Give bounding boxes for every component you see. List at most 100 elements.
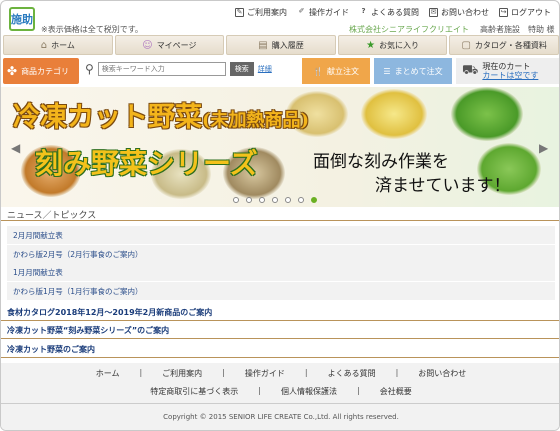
- footer-separator: |: [304, 368, 308, 377]
- news-item[interactable]: 2月月間献立表: [7, 226, 555, 244]
- sub-bar: ✤商品カテゴリ ⚲ 検索 詳細 🍴献立注文 ☰まとめて注文 ⛟ 現在のカートカー…: [1, 58, 559, 84]
- operation-guide-link[interactable]: ✐ 操作ガイド: [297, 7, 349, 18]
- tab-history-label: 購入履歴: [271, 40, 304, 50]
- search-button[interactable]: 検索: [229, 62, 254, 76]
- cutlery-icon: 🍴: [313, 66, 323, 76]
- cart-icon: ▤: [258, 39, 268, 51]
- tab-favorites[interactable]: ★ お気に入り: [337, 35, 448, 55]
- tab-catalog-label: カタログ・各種資料: [474, 40, 547, 50]
- guide-link-label: ご利用案内: [247, 8, 287, 17]
- banner-prev-icon[interactable]: ◀: [11, 141, 20, 155]
- cart-box[interactable]: ⛟ 現在のカート カートは空です: [456, 58, 559, 84]
- tab-catalog[interactable]: ▢ カタログ・各種資料: [449, 35, 559, 55]
- footer-link-contact[interactable]: お問い合わせ: [418, 368, 466, 379]
- menu-order-button[interactable]: 🍴 献立注文: [302, 58, 370, 84]
- list-icon: ☰: [383, 66, 391, 76]
- facility-name: 高齢者施設: [480, 25, 520, 34]
- footer-separator: |: [139, 368, 143, 377]
- footer-link-company[interactable]: 会社概要: [380, 386, 412, 397]
- tab-home[interactable]: ⌂ ホーム: [3, 35, 113, 55]
- pencil-icon: ✐: [298, 7, 305, 15]
- edit-icon: ✎: [235, 8, 244, 17]
- footer-links-row2: 特定商取引に基づく表示 | 個人情報保護法 | 会社概要: [1, 386, 559, 397]
- banner-title-paren: (未加熱商品): [202, 110, 310, 131]
- banner-dot[interactable]: [285, 197, 291, 203]
- banner-dot[interactable]: [259, 197, 265, 203]
- document-icon: ▢: [461, 39, 471, 51]
- footer-separator: |: [357, 386, 360, 395]
- banner-next-icon[interactable]: ▶: [539, 141, 548, 155]
- search-area: ⚲ 検索 詳細: [85, 62, 272, 76]
- footer-link-operation[interactable]: 操作ガイド: [245, 368, 285, 379]
- logout-label: ログアウト: [511, 8, 551, 17]
- bulk-order-button[interactable]: ☰ まとめて注文: [374, 58, 452, 84]
- announcement-link[interactable]: 食材カタログ2018年12月～2019年2月新商品のご案内: [7, 307, 212, 318]
- footer-separator: |: [258, 386, 261, 395]
- footer-link-faq[interactable]: よくある質問: [328, 368, 376, 379]
- faq-label: よくある質問: [371, 8, 419, 17]
- footer-link-guide[interactable]: ご利用案内: [162, 368, 202, 379]
- category-label: 商品カテゴリ: [21, 66, 70, 76]
- site-logo[interactable]: 施助: [9, 7, 35, 31]
- tab-mypage[interactable]: ☺ マイページ: [114, 35, 225, 55]
- shopping-cart-icon: ⛟: [462, 62, 479, 78]
- banner-dot[interactable]: [246, 197, 252, 203]
- cart-title: 現在のカート: [482, 62, 531, 71]
- news-item[interactable]: かわら版2月号（2月行事食のご案内）: [7, 245, 555, 263]
- cart-status-link[interactable]: カートは空です: [482, 71, 538, 80]
- veg-bowl-image: [451, 87, 523, 141]
- logout-link[interactable]: ↪ ログアウト: [499, 7, 551, 18]
- logout-icon: ↪: [499, 8, 508, 17]
- contact-label: お問い合わせ: [441, 8, 489, 17]
- news-item[interactable]: 1月月間献立表: [7, 263, 555, 281]
- tab-favorites-label: お気に入り: [379, 40, 420, 50]
- detail-search-link[interactable]: 詳細: [258, 64, 272, 74]
- promo-banner[interactable]: 冷凍カット野菜(未加熱商品) 刻み野菜シリーズ 面倒な刻み作業を 済ませています…: [1, 87, 559, 207]
- banner-dot[interactable]: [272, 197, 278, 203]
- tab-mypage-label: マイページ: [156, 40, 197, 50]
- footer-link-home[interactable]: ホーム: [96, 368, 120, 379]
- top-links: ✎ ご利用案内 ✐ 操作ガイド ? よくある質問 ✉ お問い合わせ ↪ ログアウト: [235, 7, 551, 18]
- guide-link[interactable]: ✎ ご利用案内: [235, 7, 287, 18]
- question-icon: ?: [361, 7, 366, 15]
- news-item[interactable]: かわら版1月号（1月行事食のご案内）: [7, 282, 555, 300]
- copyright: Copyright © 2015 SENIOR LIFE CREATE Co.,…: [163, 413, 399, 421]
- star-icon: ★: [366, 39, 376, 51]
- logo-text: 施助: [11, 13, 33, 26]
- banner-title-main: 冷凍カット野菜: [13, 102, 202, 133]
- announcement-divider: [1, 357, 559, 358]
- footer-links-row1: ホーム | ご利用案内 | 操作ガイド | よくある質問 | お問い合わせ: [1, 368, 559, 379]
- face-icon: ☺: [142, 39, 153, 51]
- banner-dot[interactable]: [311, 197, 317, 203]
- bulk-order-label: まとめて注文: [394, 66, 443, 76]
- announcement-link[interactable]: 冷凍カット野菜のご案内: [7, 344, 95, 355]
- banner-title: 冷凍カット野菜(未加熱商品): [13, 95, 309, 134]
- operation-guide-label: 操作ガイド: [309, 8, 349, 17]
- announcement-divider: [1, 338, 559, 339]
- search-input[interactable]: [97, 62, 226, 76]
- news-divider: [1, 220, 559, 221]
- announcement-link[interactable]: 冷凍カット野菜“刻み野菜シリーズ”のご案内: [7, 325, 169, 336]
- announcement-divider: [1, 320, 559, 321]
- banner-dot[interactable]: [298, 197, 304, 203]
- mail-icon: ✉: [429, 8, 438, 17]
- company-name: 株式会社シニアライフクリエイト: [349, 25, 469, 34]
- banner-dot[interactable]: [233, 197, 239, 203]
- contact-link[interactable]: ✉ お問い合わせ: [429, 7, 489, 18]
- veg-bowl-image: [361, 89, 427, 139]
- category-icon: ✤: [7, 64, 18, 78]
- banner-pagination: [233, 197, 317, 203]
- category-button[interactable]: ✤ 商品カテゴリ: [3, 58, 79, 84]
- search-icon: ⚲: [85, 62, 94, 76]
- tab-history[interactable]: ▤ 購入履歴: [226, 35, 336, 55]
- home-icon: ⌂: [40, 39, 48, 51]
- footer-separator: |: [395, 368, 399, 377]
- tab-home-label: ホーム: [51, 40, 75, 50]
- footer-separator: |: [222, 368, 225, 377]
- footer: ホーム | ご利用案内 | 操作ガイド | よくある質問 | お問い合わせ 特定商取引に…: [1, 363, 559, 430]
- page: 施助 ※表示価格は全て税別です。 ✎ ご利用案内 ✐ 操作ガイド ? よくある質問 ✉…: [0, 0, 560, 431]
- footer-link-legal[interactable]: 特定商取引に基づく表示: [150, 386, 238, 397]
- banner-message-line2: 済ませています！: [375, 176, 511, 196]
- footer-link-privacy[interactable]: 個人情報保護法: [281, 386, 337, 397]
- faq-link[interactable]: ? よくある質問: [359, 7, 419, 18]
